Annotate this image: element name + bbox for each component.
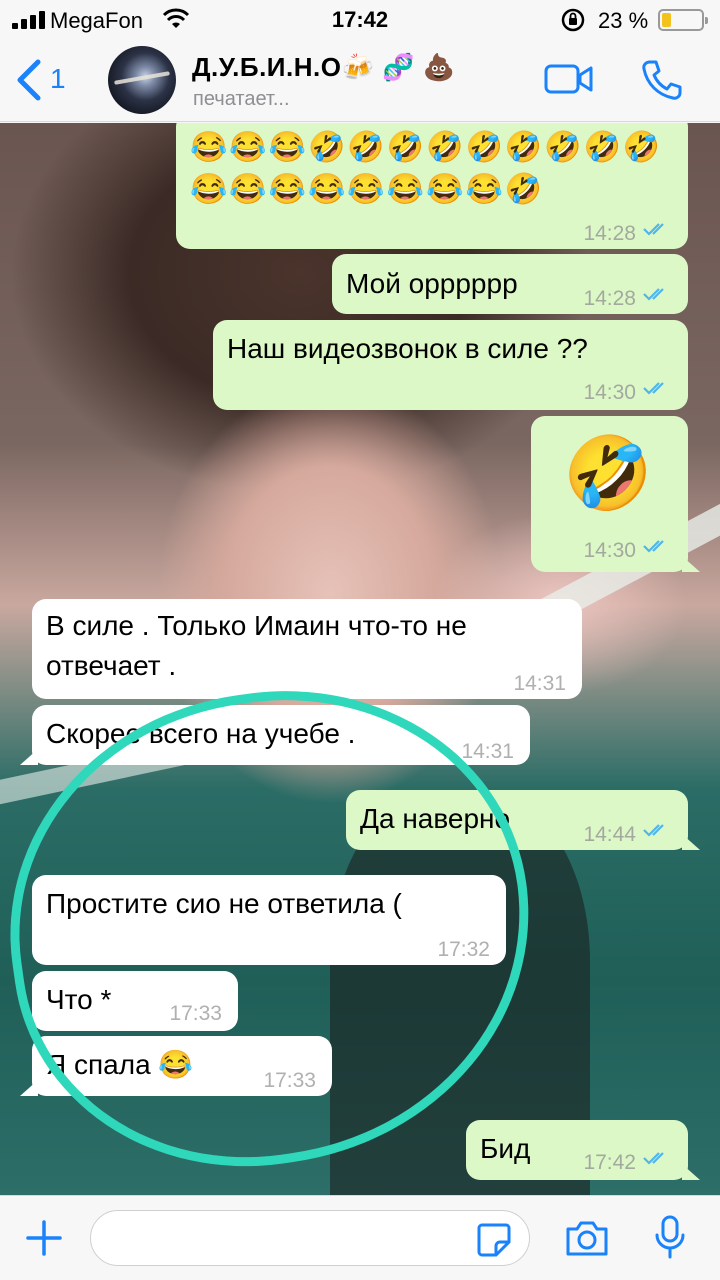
message-emoji: 🤣 <box>563 434 653 514</box>
message-time: 17:33 <box>169 1002 222 1025</box>
message-time: 17:32 <box>437 938 490 961</box>
message-time: 14:44 <box>583 823 636 846</box>
message-text: Я спала 😂 <box>46 1049 194 1080</box>
message-incoming[interactable]: Скорее всего на учебе . 14:31 <box>20 705 530 765</box>
message-incoming[interactable]: Простите сио не ответила ( 17:32 <box>32 875 506 965</box>
message-text: В силе . Только Имаин что-то не <box>46 610 467 641</box>
contact-avatar[interactable] <box>108 46 176 114</box>
video-call-icon[interactable] <box>544 62 594 96</box>
contact-name[interactable]: Д.У.Б.И.Н.О🍻 🧬 💩 <box>192 52 456 83</box>
camera-icon[interactable] <box>564 1218 610 1258</box>
sticker-icon[interactable] <box>476 1222 512 1258</box>
chat-header: 1 Д.У.Б.И.Н.О🍻 🧬 💩 печатает... <box>0 40 720 122</box>
message-text: Да наверно <box>360 803 511 834</box>
battery-level-fill <box>662 13 671 27</box>
message-text: Мой орррррр <box>346 268 518 299</box>
typing-status: печатает... <box>193 88 290 110</box>
read-receipt-icon <box>643 540 664 553</box>
microphone-icon[interactable] <box>652 1214 688 1260</box>
message-time: 14:31 <box>461 740 514 763</box>
message-time: 14:31 <box>513 672 566 695</box>
message-outgoing[interactable]: Да наверно 14:44 <box>346 790 700 850</box>
read-receipt-icon <box>643 824 664 837</box>
chat-messages[interactable]: 😂😂😂🤣🤣🤣🤣🤣🤣🤣🤣🤣 😂😂😂😂😂😂😂😂🤣 14:28 Мой орррррр… <box>0 123 720 1195</box>
read-receipt-icon <box>643 1152 664 1165</box>
message-incoming[interactable]: Что * 17:33 <box>32 971 238 1031</box>
emoji-line: 😂😂😂🤣🤣🤣🤣🤣🤣🤣🤣🤣 <box>190 131 663 164</box>
message-outgoing[interactable]: 🤣 14:30 <box>531 416 700 572</box>
message-text: Бид <box>480 1133 531 1164</box>
battery-percentage: 23 % <box>598 8 649 33</box>
message-text: отвечает . <box>46 650 177 681</box>
message-outgoing[interactable]: 😂😂😂🤣🤣🤣🤣🤣🤣🤣🤣🤣 😂😂😂😂😂😂😂😂🤣 14:28 <box>176 123 688 249</box>
status-bar: MegaFon 17:42 23 % <box>0 0 720 40</box>
message-outgoing[interactable]: Бид 17:42 <box>466 1120 700 1180</box>
read-receipt-icon <box>643 288 664 301</box>
plus-icon[interactable] <box>22 1216 66 1260</box>
rotation-lock-icon <box>561 8 585 32</box>
message-time: 17:42 <box>583 1151 636 1174</box>
message-incoming[interactable]: Я спала 😂 17:33 <box>20 1036 332 1096</box>
unread-count[interactable]: 1 <box>50 63 66 95</box>
read-receipt-icon <box>643 223 664 236</box>
message-text: Что * <box>46 984 112 1015</box>
chevron-left-icon <box>17 59 41 101</box>
message-outgoing[interactable]: Мой орррррр 14:28 <box>332 254 688 314</box>
emoji-line: 😂😂😂😂😂😂😂😂🤣 <box>190 173 545 206</box>
phone-call-icon[interactable] <box>640 58 684 102</box>
message-text: Наш видеозвонок в силе ?? <box>227 333 588 364</box>
message-text: Скорее всего на учебе . <box>46 718 356 749</box>
message-incoming[interactable]: В силе . Только Имаин что-то не отвечает… <box>32 599 582 699</box>
message-time: 14:30 <box>583 381 636 404</box>
message-time: 17:33 <box>263 1069 316 1092</box>
battery-icon <box>658 9 708 31</box>
message-time: 14:30 <box>583 539 636 562</box>
message-outgoing[interactable]: Наш видеозвонок в силе ?? 14:30 <box>213 320 688 410</box>
read-receipt-icon <box>643 382 664 395</box>
message-text: Простите сио не ответила ( <box>46 888 402 919</box>
message-time: 14:28 <box>583 287 636 310</box>
message-input[interactable] <box>90 1210 530 1266</box>
message-input-bar <box>0 1195 720 1280</box>
message-time: 14:28 <box>583 222 636 245</box>
